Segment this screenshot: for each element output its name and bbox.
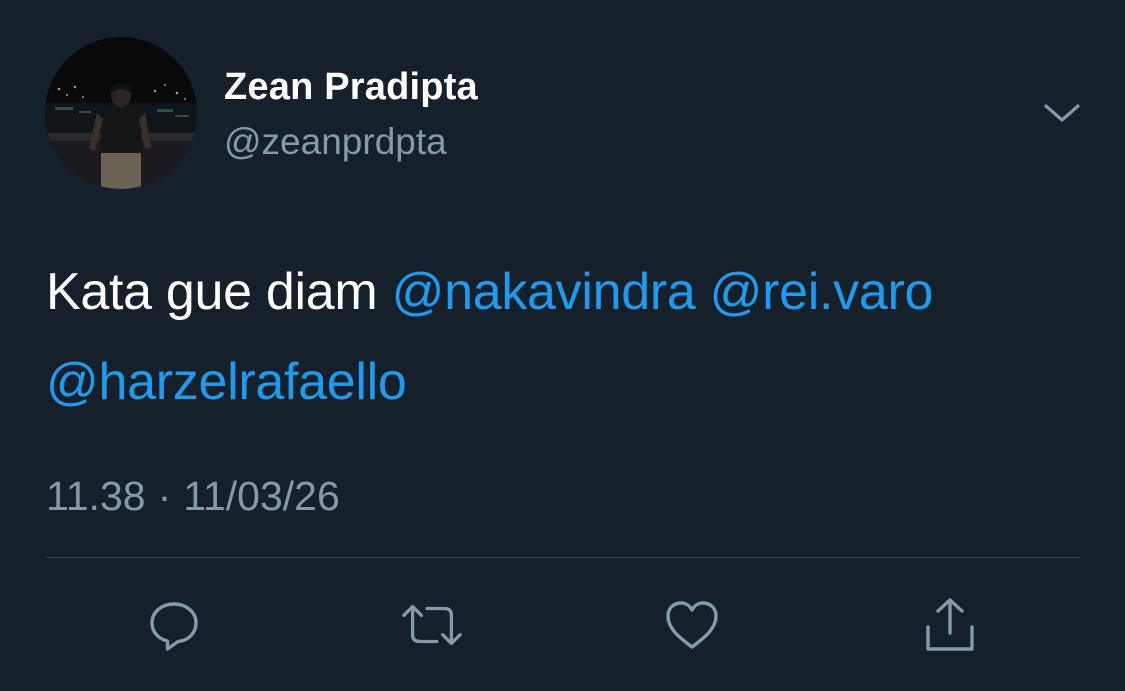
mention-link[interactable]: @harzelrafaello <box>46 353 407 411</box>
mention-link[interactable]: @nakavindra <box>392 263 696 321</box>
reply-button[interactable] <box>142 593 206 657</box>
retweet-button[interactable] <box>400 593 464 657</box>
divider <box>46 557 1080 558</box>
avatar[interactable] <box>45 37 197 189</box>
tweet-time: 11.38 <box>46 473 146 519</box>
author-handle[interactable]: @zeanprdpta <box>224 121 447 163</box>
tweet-text: Kata gue diam @nakavindra @rei.varo @har… <box>46 247 1086 427</box>
like-button[interactable] <box>660 593 724 657</box>
chevron-down-icon[interactable] <box>1040 96 1084 130</box>
tweet-card: Zean Pradipta @zeanprdpta Kata gue diam … <box>0 0 1125 691</box>
retweet-icon <box>402 604 462 646</box>
mention-link[interactable]: @rei.varo <box>710 263 934 321</box>
tweet-date: 11/03/26 <box>183 473 340 519</box>
share-button[interactable] <box>918 593 982 657</box>
share-icon <box>926 598 974 651</box>
avatar-photo <box>45 37 197 189</box>
tweet-timestamp[interactable]: 11.38 · 11/03/26 <box>46 473 340 520</box>
reply-icon <box>150 602 198 651</box>
author-display-name[interactable]: Zean Pradipta <box>224 66 478 109</box>
tweet-text-plain: Kata gue diam <box>46 263 378 321</box>
heart-icon <box>666 601 718 649</box>
timestamp-separator: · <box>157 473 172 519</box>
